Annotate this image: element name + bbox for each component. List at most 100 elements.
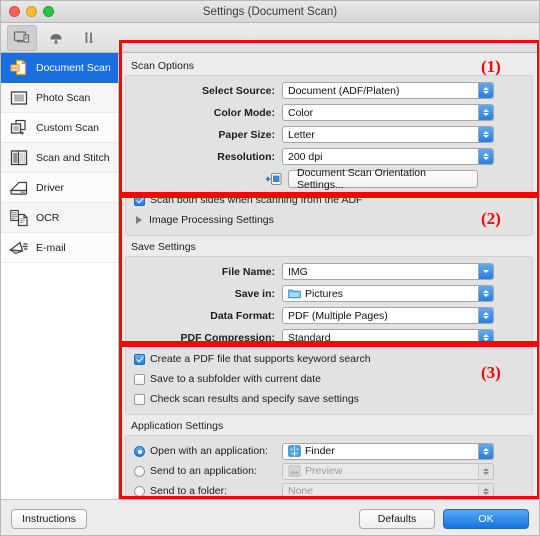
open-with-application-value: Finder bbox=[305, 445, 335, 457]
send-to-application-label: Send to an application: bbox=[150, 465, 257, 477]
create-searchable-pdf-checkbox[interactable] bbox=[134, 353, 145, 365]
create-searchable-pdf-row[interactable]: Create a PDF file that supports keyword … bbox=[134, 350, 524, 368]
chevron-updown-icon bbox=[478, 443, 493, 459]
color-mode-label: Color Mode: bbox=[213, 106, 275, 119]
image-processing-label: Image Processing Settings bbox=[149, 214, 274, 226]
sidebar-item-driver[interactable]: Driver bbox=[1, 173, 118, 203]
select-source-value: Document (ADF/Platen) bbox=[288, 84, 400, 97]
sidebar-item-label: Document Scan bbox=[36, 61, 111, 74]
sidebar-item-label: Scan and Stitch bbox=[36, 151, 110, 164]
save-in-combo[interactable]: Pictures bbox=[282, 285, 494, 302]
chevron-updown-icon bbox=[478, 105, 493, 120]
file-name-label: File Name: bbox=[221, 265, 275, 278]
file-name-input[interactable]: IMG bbox=[282, 263, 494, 280]
data-format-combo[interactable]: PDF (Multiple Pages) bbox=[282, 307, 494, 324]
send-to-folder-radio[interactable] bbox=[134, 485, 145, 497]
window-title: Settings (Document Scan) bbox=[202, 5, 338, 18]
color-mode-value: Color bbox=[288, 106, 314, 119]
save-settings-group: Save Settings File Name: IMG Save in: Pi… bbox=[125, 238, 533, 415]
save-settings-box: File Name: IMG Save in: Pictures Data Fo… bbox=[125, 256, 533, 415]
pdf-compression-combo[interactable]: Standard bbox=[282, 329, 494, 346]
sidebar-item-photo-scan[interactable]: Photo Scan bbox=[1, 83, 118, 113]
chevron-updown-icon bbox=[478, 330, 493, 345]
application-settings-box: Open with an application: Finder Send to… bbox=[125, 435, 533, 499]
resolution-combo[interactable]: 200 dpi bbox=[282, 148, 494, 165]
open-with-application-row[interactable]: Open with an application: Finder bbox=[134, 441, 524, 461]
sidebar-item-custom-scan[interactable]: Custom Scan bbox=[1, 113, 118, 143]
scan-options-title: Scan Options bbox=[131, 60, 195, 72]
orientation-row: Document Scan Orientation Settings... bbox=[134, 167, 524, 191]
photo-scan-icon bbox=[9, 88, 29, 108]
paper-size-combo[interactable]: Letter bbox=[282, 126, 494, 143]
chevron-updown-icon bbox=[478, 149, 493, 164]
preview-icon bbox=[288, 465, 301, 477]
scan-options-box: Select Source: Document (ADF/Platen) Col… bbox=[125, 75, 533, 236]
application-settings-title: Application Settings bbox=[131, 420, 224, 432]
create-searchable-pdf-label: Create a PDF file that supports keyword … bbox=[150, 353, 371, 365]
scan-both-sides-checkbox[interactable] bbox=[134, 194, 145, 206]
ok-button[interactable]: OK bbox=[443, 508, 529, 529]
save-subfolder-label: Save to a subfolder with current date bbox=[150, 373, 322, 385]
sidebar-item-label: E-mail bbox=[36, 241, 66, 254]
close-button[interactable] bbox=[9, 6, 20, 17]
pdf-compression-label: PDF Compression: bbox=[180, 331, 275, 344]
chevron-updown-icon bbox=[478, 286, 493, 301]
chevron-updown-icon bbox=[478, 463, 493, 479]
image-processing-row[interactable]: Image Processing Settings bbox=[134, 211, 524, 229]
save-subfolder-row[interactable]: Save to a subfolder with current date bbox=[134, 370, 524, 388]
save-settings-title: Save Settings bbox=[131, 241, 196, 253]
defaults-button[interactable]: Defaults bbox=[359, 508, 435, 529]
scan-options-group: Scan Options Select Source: Document (AD… bbox=[125, 57, 533, 236]
general-settings-icon[interactable] bbox=[75, 25, 105, 51]
save-subfolder-checkbox[interactable] bbox=[134, 373, 145, 385]
check-scan-results-label: Check scan results and specify save sett… bbox=[150, 393, 359, 405]
save-in-row: Save in: Pictures bbox=[134, 284, 524, 303]
select-source-combo[interactable]: Document (ADF/Platen) bbox=[282, 82, 494, 99]
orientation-settings-button[interactable]: Document Scan Orientation Settings... bbox=[288, 167, 478, 191]
check-scan-results-row[interactable]: Check scan results and specify save sett… bbox=[134, 390, 524, 408]
disclosure-triangle-icon[interactable] bbox=[136, 216, 142, 224]
send-to-folder-value: None bbox=[288, 485, 314, 497]
driver-icon bbox=[9, 178, 29, 198]
settings-pane: Scan Options Select Source: Document (AD… bbox=[119, 53, 539, 499]
chevron-updown-icon bbox=[478, 308, 493, 323]
save-in-label: Save in: bbox=[234, 287, 275, 300]
finder-icon bbox=[288, 445, 301, 457]
settings-window: Settings (Document Scan) Document Scan P… bbox=[0, 0, 540, 536]
sidebar-item-scan-and-stitch[interactable]: Scan and Stitch bbox=[1, 143, 118, 173]
send-to-folder-combo[interactable]: None bbox=[282, 482, 494, 499]
sidebar-item-email[interactable]: E-mail bbox=[1, 233, 118, 263]
title-bar: Settings (Document Scan) bbox=[1, 1, 539, 23]
chevron-down-icon[interactable] bbox=[478, 264, 493, 279]
zoom-button[interactable] bbox=[43, 6, 54, 17]
instructions-button[interactable]: Instructions bbox=[11, 508, 87, 529]
send-to-folder-label: Send to a folder: bbox=[150, 485, 228, 497]
resolution-label: Resolution: bbox=[217, 150, 275, 163]
sidebar-item-label: Driver bbox=[36, 181, 64, 194]
send-to-folder-row[interactable]: Send to a folder: None bbox=[134, 481, 524, 499]
sidebar: Document Scan Photo Scan Custom Scan Sca… bbox=[1, 53, 119, 499]
resolution-value: 200 dpi bbox=[288, 150, 323, 163]
scan-both-sides-row[interactable]: Scan both sides when scanning from the A… bbox=[134, 191, 524, 209]
pdf-compression-row: PDF Compression: Standard bbox=[134, 328, 524, 347]
scan-from-operator-panel-icon[interactable] bbox=[41, 25, 71, 51]
paper-size-value: Letter bbox=[288, 128, 315, 141]
paper-size-label: Paper Size: bbox=[218, 128, 275, 141]
open-with-application-combo[interactable]: Finder bbox=[282, 442, 494, 460]
sidebar-item-ocr[interactable]: OCR bbox=[1, 203, 118, 233]
paper-size-row: Paper Size: Letter bbox=[134, 125, 524, 144]
scan-from-computer-icon[interactable] bbox=[7, 24, 37, 51]
send-to-application-combo[interactable]: Preview bbox=[282, 462, 494, 480]
check-scan-results-checkbox[interactable] bbox=[134, 393, 145, 405]
color-mode-combo[interactable]: Color bbox=[282, 104, 494, 121]
send-to-application-row[interactable]: Send to an application: Preview bbox=[134, 461, 524, 481]
send-to-application-radio[interactable] bbox=[134, 465, 145, 477]
document-scan-icon bbox=[9, 58, 29, 78]
sidebar-item-document-scan[interactable]: Document Scan bbox=[1, 53, 118, 83]
application-settings-group: Application Settings Open with an applic… bbox=[125, 417, 533, 499]
orientation-preview-icon bbox=[266, 172, 282, 186]
open-with-application-radio[interactable] bbox=[134, 445, 145, 457]
minimize-button[interactable] bbox=[26, 6, 37, 17]
email-icon bbox=[8, 238, 29, 258]
file-name-row: File Name: IMG bbox=[134, 262, 524, 281]
